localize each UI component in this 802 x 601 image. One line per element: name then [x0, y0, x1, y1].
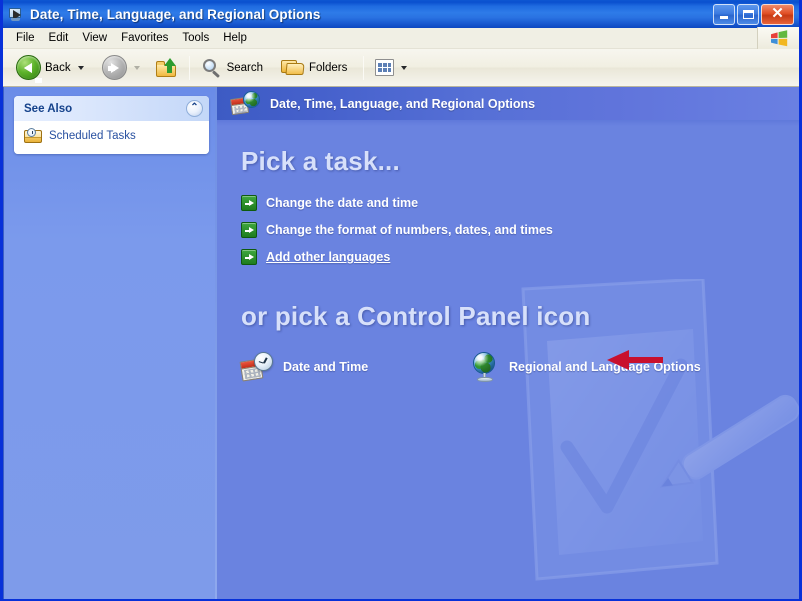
content-inner: Pick a task... Change the date and time … — [217, 120, 799, 382]
pick-control-panel-icon-heading: or pick a Control Panel icon — [241, 301, 591, 331]
pick-a-task-heading: Pick a task... — [241, 146, 400, 176]
maximize-button[interactable] — [737, 3, 759, 25]
menu-item-file[interactable]: File — [9, 30, 42, 46]
task-change-format[interactable]: Change the format of numbers, dates, and… — [241, 222, 553, 238]
views-button[interactable] — [369, 53, 415, 83]
date-time-language-icon — [229, 90, 261, 118]
task-list: Change the date and time Change the form… — [241, 195, 799, 265]
scheduled-tasks-icon — [24, 128, 42, 144]
search-button[interactable]: Search — [195, 53, 269, 83]
folders-button[interactable]: Folders — [275, 53, 353, 83]
minimize-icon — [720, 16, 728, 19]
minimize-button[interactable] — [713, 3, 735, 25]
views-icon — [375, 59, 395, 76]
menu-item-favorites[interactable]: Favorites — [114, 30, 175, 46]
forward-button[interactable] — [96, 53, 148, 83]
title-bar: Date, Time, Language, and Regional Optio… — [3, 0, 799, 28]
menu-item-tools[interactable]: Tools — [175, 30, 216, 46]
back-arrow-icon — [16, 55, 42, 83]
chevron-up-glyph: ⌃ — [190, 102, 199, 113]
explorer-body: See Also ⌃ Scheduled Tasks Date, Time, L… — [3, 87, 799, 599]
date-and-time-icon — [239, 352, 273, 382]
folders-icon — [281, 58, 305, 78]
task-add-other-languages[interactable]: Add other languages — [241, 249, 390, 265]
toolbar-separator-2 — [363, 55, 365, 80]
green-arrow-icon — [241, 222, 257, 238]
views-dropdown-caret[interactable] — [401, 65, 408, 70]
green-arrow-icon — [241, 195, 257, 211]
sidebar-item-label: Scheduled Tasks — [49, 130, 136, 142]
globe-icon — [471, 352, 499, 382]
see-also-header[interactable]: See Also ⌃ — [14, 96, 209, 121]
control-panel-arrow-icon — [8, 6, 25, 23]
search-label: Search — [226, 61, 264, 74]
toolbar: Back Search Folders — [3, 49, 799, 87]
search-magnifier-icon — [201, 58, 223, 78]
forward-dropdown-caret — [133, 65, 140, 70]
menu-item-help[interactable]: Help — [216, 30, 254, 46]
menu-bar: File Edit View Favorites Tools Help — [3, 27, 799, 49]
menu-item-edit[interactable]: Edit — [42, 30, 76, 46]
content-header-title: Date, Time, Language, and Regional Optio… — [270, 96, 536, 111]
up-one-level-icon — [155, 57, 178, 78]
menu-item-view[interactable]: View — [75, 30, 114, 46]
folders-label: Folders — [309, 61, 348, 74]
task-change-date-and-time[interactable]: Change the date and time — [241, 195, 418, 211]
close-icon: ✕ — [771, 5, 784, 22]
cp-item-label: Date and Time — [283, 360, 369, 374]
up-button[interactable] — [150, 53, 184, 83]
content-pane: Date, Time, Language, and Regional Optio… — [217, 87, 799, 599]
close-button[interactable]: ✕ — [761, 3, 794, 25]
cp-item-date-and-time[interactable]: Date and Time — [239, 352, 471, 382]
sidebar: See Also ⌃ Scheduled Tasks — [4, 87, 217, 599]
cp-item-regional-and-language-options[interactable]: Regional and Language Options — [471, 352, 701, 382]
cp-item-label: Regional and Language Options — [509, 360, 701, 374]
maximize-icon — [742, 9, 754, 19]
back-dropdown-caret[interactable] — [77, 65, 84, 70]
task-label: Change the date and time — [266, 196, 419, 210]
content-header: Date, Time, Language, and Regional Optio… — [217, 87, 799, 126]
task-label: Change the format of numbers, dates, and… — [266, 223, 553, 237]
green-arrow-icon — [241, 249, 257, 265]
windows-flag-icon — [757, 27, 799, 49]
sidebar-item-scheduled-tasks[interactable]: Scheduled Tasks — [24, 127, 201, 145]
window-controls: ✕ — [713, 3, 794, 25]
window-title: Date, Time, Language, and Regional Optio… — [30, 6, 321, 22]
toolbar-separator-1 — [188, 55, 190, 80]
see-also-body: Scheduled Tasks — [14, 121, 209, 154]
explorer-window: Date, Time, Language, and Regional Optio… — [0, 0, 802, 601]
forward-arrow-icon — [101, 55, 127, 80]
control-panel-icon-list: Date and Time Regional and Language Opti… — [239, 352, 799, 382]
see-also-panel: See Also ⌃ Scheduled Tasks — [14, 96, 209, 154]
chevron-up-icon[interactable]: ⌃ — [186, 100, 203, 117]
task-label: Add other languages — [266, 250, 391, 264]
see-also-title: See Also — [24, 102, 73, 115]
back-label: Back — [45, 61, 71, 74]
windows-flag-glyph — [770, 29, 787, 46]
back-button[interactable]: Back — [10, 53, 92, 83]
